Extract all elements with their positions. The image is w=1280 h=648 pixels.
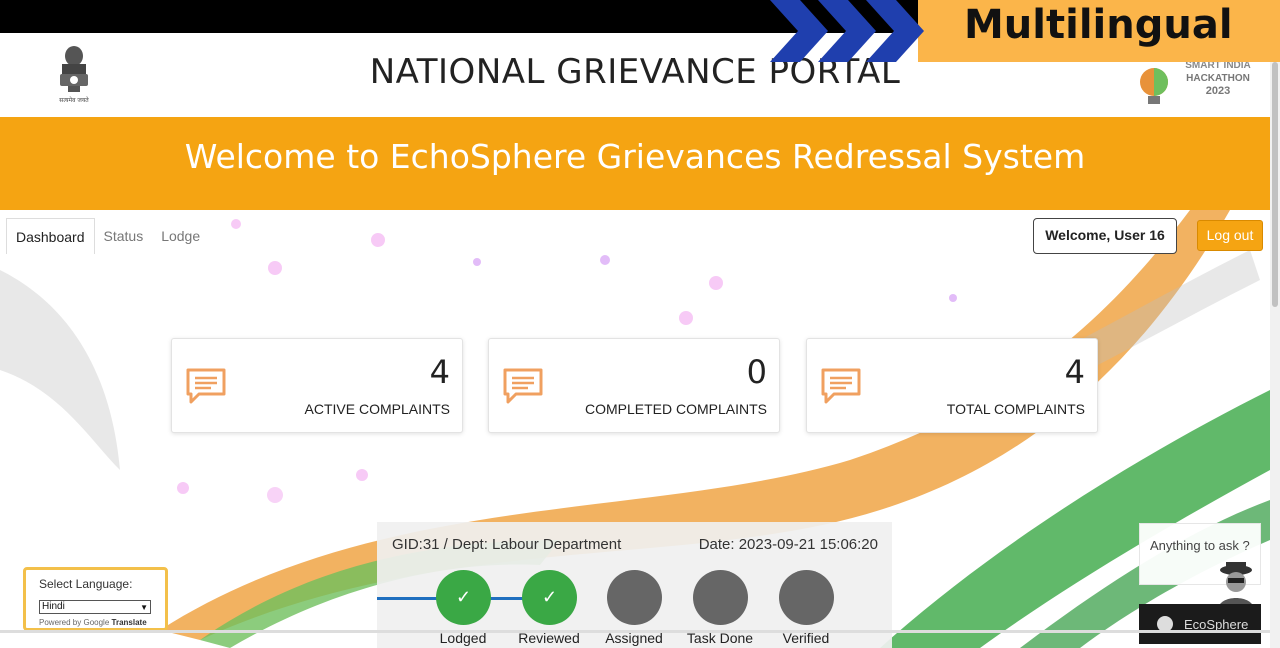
message-icon	[821, 368, 861, 404]
welcome-user-badge: Welcome, User 16	[1033, 218, 1177, 254]
language-selected-value: Hindi	[42, 601, 65, 612]
stat-card-total: 4 TOTAL COMPLAINTS	[806, 338, 1098, 433]
grievance-id-dept: GID:31 / Dept: Labour Department	[392, 536, 622, 553]
stat-label: ACTIVE COMPLAINTS	[304, 401, 450, 417]
chevrons-icon	[770, 0, 924, 62]
tab-dashboard[interactable]: Dashboard	[6, 218, 95, 254]
multilingual-label: Multilingual	[964, 2, 1233, 48]
logout-button[interactable]: Log out	[1197, 220, 1263, 251]
nav-tabs: Dashboard Status Lodge	[6, 218, 210, 254]
welcome-heading: Welcome to EchoSphere Grievances Redress…	[184, 137, 1086, 176]
step-task-done-circle	[693, 570, 748, 625]
step-reviewed-circle: ✓	[522, 570, 577, 625]
svg-text:2023: 2023	[1206, 85, 1230, 97]
grievance-date: Date: 2023-09-21 15:06:20	[698, 536, 878, 553]
language-selector: Select Language: Hindi ▼ Powered by Goog…	[23, 567, 168, 631]
stat-label: TOTAL COMPLAINTS	[946, 401, 1085, 417]
chevron-down-icon: ▼	[140, 603, 148, 612]
tab-status[interactable]: Status	[95, 218, 153, 254]
powered-by-google-translate[interactable]: Powered by Google Translate	[39, 618, 147, 627]
chatbot-avatar-icon[interactable]	[1210, 558, 1262, 610]
smart-india-hackathon-logo: SMART INDIA HACKATHON 2023	[1140, 60, 1251, 104]
stat-card-active: 4 ACTIVE COMPLAINTS	[171, 338, 463, 433]
svg-text:सत्यमेव जयते: सत्यमेव जयते	[59, 96, 89, 104]
stat-label: COMPLETED COMPLAINTS	[584, 401, 767, 417]
message-icon	[503, 368, 543, 404]
scrollbar-thumb[interactable]	[1272, 62, 1278, 307]
google-logo-text: Google	[83, 618, 110, 627]
step-verified-circle	[779, 570, 834, 625]
language-select[interactable]: Hindi ▼	[39, 600, 151, 614]
tab-lodge[interactable]: Lodge	[152, 218, 209, 254]
language-label: Select Language:	[39, 577, 133, 591]
stat-value: 4	[1064, 353, 1085, 391]
stat-value: 4	[429, 353, 450, 391]
stat-card-completed: 0 COMPLETED COMPLAINTS	[488, 338, 780, 433]
message-icon	[186, 368, 226, 404]
step-assigned-circle	[607, 570, 662, 625]
step-lodged-circle: ✓	[436, 570, 491, 625]
chat-launcher[interactable]: EcoSphere	[1139, 604, 1261, 644]
bottom-divider	[0, 630, 1270, 633]
stat-value: 0	[746, 353, 767, 391]
svg-text:HACKATHON: HACKATHON	[1186, 73, 1250, 84]
